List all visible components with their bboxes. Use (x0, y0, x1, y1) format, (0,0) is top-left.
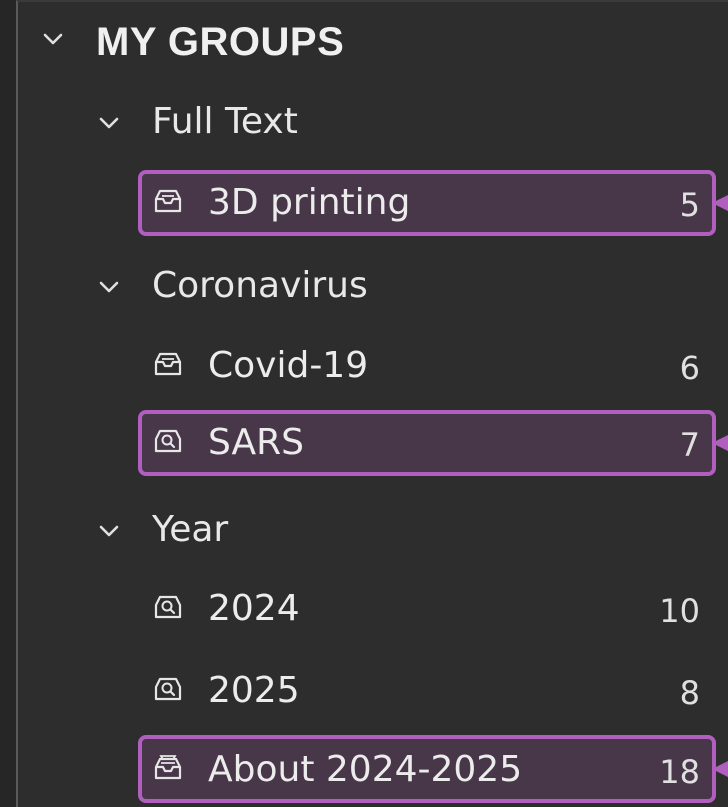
item-count: 10 (659, 592, 700, 630)
background-strip (0, 0, 16, 807)
tree-item-label: 2025 (208, 670, 300, 711)
callout-arrow-icon (712, 435, 728, 451)
chevron-down-icon[interactable] (42, 28, 64, 50)
item-count: 18 (659, 753, 700, 791)
tree-group-full-text[interactable]: Full Text (18, 88, 728, 158)
item-count: 7 (679, 426, 700, 464)
search-box-icon (152, 427, 184, 455)
search-box-icon (152, 675, 184, 703)
tree-item-label: 3D printing (208, 182, 411, 223)
tree-item-label: 2024 (208, 588, 300, 629)
item-count: 6 (679, 349, 700, 387)
chevron-down-icon[interactable] (98, 112, 120, 134)
chevron-down-icon[interactable] (98, 276, 120, 298)
search-box-icon (152, 593, 184, 621)
tree-root-label: MY GROUPS (96, 20, 345, 64)
tree-group-label: Full Text (152, 101, 298, 142)
tree-root-my-groups[interactable]: MY GROUPS (18, 2, 728, 72)
tree-item-label: Covid-19 (208, 345, 369, 386)
item-count: 5 (679, 186, 700, 224)
tree-item-2024[interactable]: 2024 10 (18, 575, 728, 645)
tree-item-label: About 2024-2025 (208, 749, 523, 790)
tree-group-coronavirus[interactable]: Coronavirus (18, 252, 728, 322)
inbox-icon (152, 187, 184, 215)
tree-group-year[interactable]: Year (18, 496, 728, 566)
inbox-stack-icon (152, 754, 184, 782)
groups-panel: MY GROUPS Full Text 3D printing 5 Corona… (16, 0, 728, 807)
tree-item-label: SARS (208, 422, 305, 463)
tree-item-sars[interactable]: SARS 7 (18, 409, 728, 479)
chevron-down-icon[interactable] (98, 520, 120, 542)
item-count: 8 (679, 674, 700, 712)
tree-item-covid-19[interactable]: Covid-19 6 (18, 332, 728, 402)
callout-arrow-icon (712, 761, 728, 777)
tree-group-label: Year (152, 509, 229, 550)
tree-item-3d-printing[interactable]: 3D printing 5 (18, 169, 728, 239)
inbox-icon (152, 350, 184, 378)
callout-arrow-icon (712, 195, 728, 211)
tree-item-2025[interactable]: 2025 8 (18, 657, 728, 727)
tree-group-label: Coronavirus (152, 265, 368, 306)
tree-item-about-2024-2025[interactable]: About 2024-2025 18 (18, 736, 728, 806)
